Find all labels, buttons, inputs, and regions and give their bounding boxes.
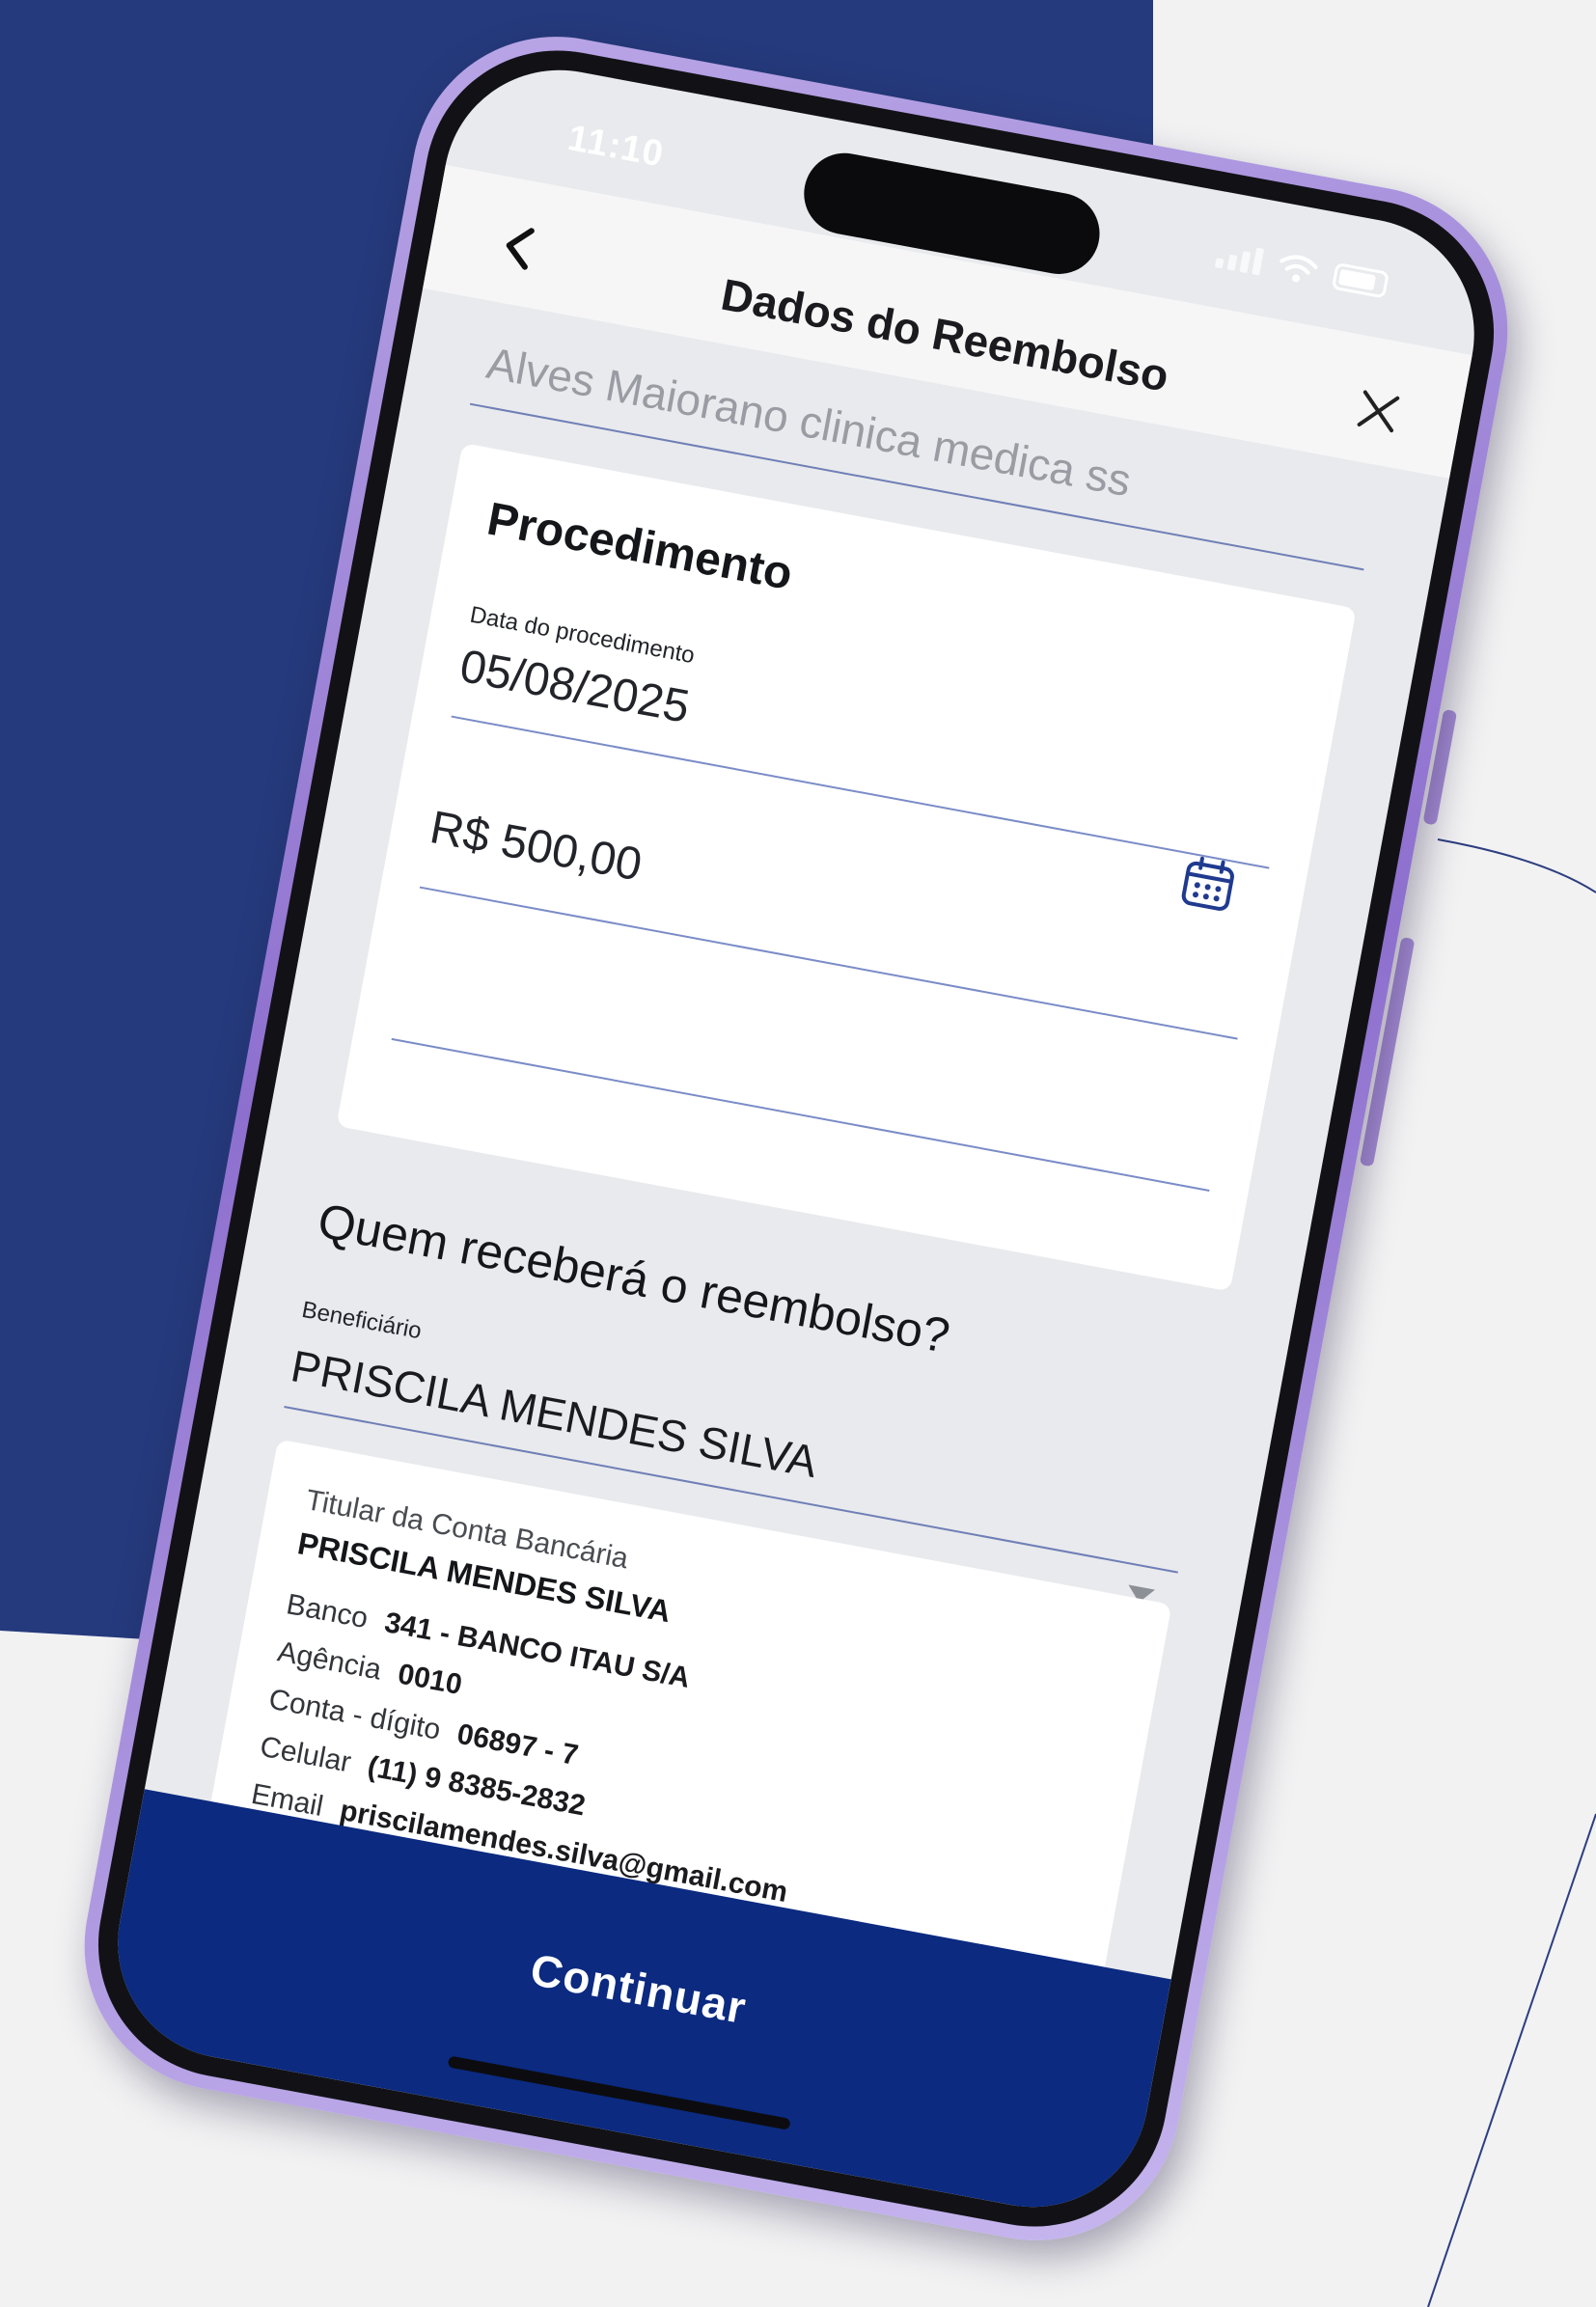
bank-row-value: 0010 (395, 1658, 465, 1702)
procedure-amount-underline (419, 886, 1238, 1040)
bank-row-key: Celular (257, 1730, 354, 1779)
procedure-section-title: Procedimento (482, 493, 797, 600)
bank-row-key: Agência (275, 1635, 384, 1687)
calendar-icon[interactable] (1175, 852, 1241, 918)
procedure-extra-underline (391, 1037, 1210, 1192)
bank-row-key: Banco (284, 1588, 371, 1635)
status-icons (1214, 239, 1390, 299)
procedure-amount-input[interactable]: R$ 500,00 (426, 801, 646, 892)
wifi-icon (1280, 255, 1318, 283)
status-time: 11:10 (564, 117, 668, 176)
procedure-card: Procedimento Data do procedimento 05/08/… (336, 442, 1357, 1292)
close-icon[interactable] (1350, 383, 1406, 439)
beneficiary-label: Beneficiário (299, 1296, 424, 1345)
battery-icon (1331, 261, 1390, 299)
bank-row-value: 06897 - 7 (454, 1717, 581, 1772)
signal-icon (1214, 240, 1265, 276)
